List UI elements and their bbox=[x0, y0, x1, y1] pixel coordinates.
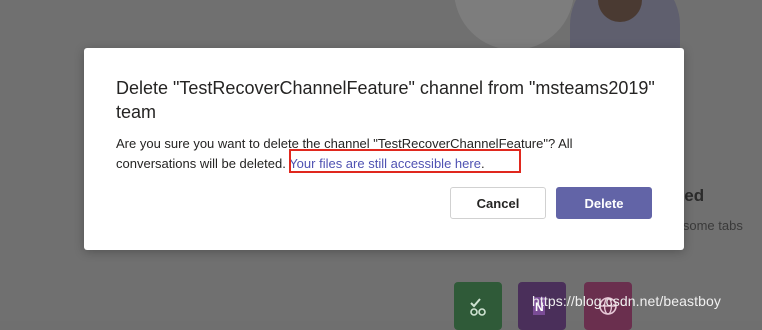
dialog-title: Delete "TestRecoverChannelFeature" chann… bbox=[116, 78, 655, 122]
delete-channel-dialog: Delete "TestRecoverChannelFeature" chann… bbox=[84, 48, 684, 250]
watermark-text: https://blog.csdn.net/beastboy bbox=[532, 293, 722, 309]
files-accessible-link[interactable]: Your files are still accessible here bbox=[289, 156, 481, 171]
dialog-message: Are you sure you want to delete the chan… bbox=[116, 134, 656, 174]
dialog-link-suffix: . bbox=[480, 156, 485, 171]
planner-tile bbox=[454, 282, 502, 330]
cancel-button[interactable]: Cancel bbox=[450, 187, 546, 219]
delete-button[interactable]: Delete bbox=[556, 187, 652, 219]
planner-icon bbox=[470, 298, 486, 316]
